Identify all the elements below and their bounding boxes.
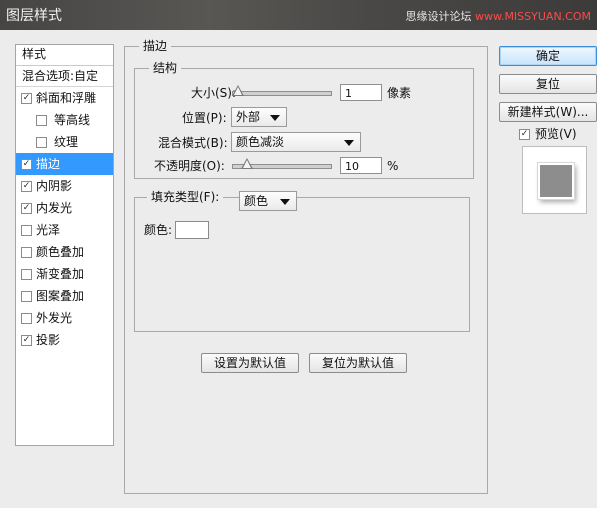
position-dropdown[interactable]: 外部 [231, 107, 287, 127]
style-item-label: 描边 [36, 157, 61, 171]
size-slider-track [232, 91, 332, 96]
blend-mode-label: 混合模式(B): [158, 136, 228, 150]
style-item-label: 内阴影 [36, 179, 73, 193]
reset-default-button[interactable]: 复位为默认值 [309, 353, 407, 373]
ok-button[interactable]: 确定 [499, 46, 597, 66]
style-item[interactable]: 等高线 [16, 109, 113, 131]
style-checkbox[interactable]: ✓ [21, 93, 32, 104]
watermark-prefix: 思缘设计论坛 [405, 10, 475, 23]
style-checkbox[interactable] [21, 291, 32, 302]
fill-type-label: 填充类型(F): [147, 190, 224, 204]
fill-type-value: 颜色 [244, 194, 269, 208]
style-checkbox[interactable] [36, 137, 47, 148]
style-checkbox[interactable]: ✓ [21, 159, 32, 170]
style-item-label: 斜面和浮雕 [36, 91, 97, 105]
size-label: 大小(S): [191, 86, 237, 100]
style-checkbox[interactable] [21, 269, 32, 280]
style-checkbox[interactable] [21, 247, 32, 258]
size-slider-thumb[interactable] [232, 85, 244, 96]
style-checkbox[interactable] [36, 115, 47, 126]
style-item[interactable]: 颜色叠加 [16, 241, 113, 263]
style-item[interactable]: ✓ 内阴影 [16, 175, 113, 197]
structure-group: 结构 大小(S): 1 像素 位置(P): 外部 混合模式(B): 颜色减淡 不… [134, 61, 474, 179]
style-item-label: 投影 [36, 333, 61, 347]
opacity-slider-thumb[interactable] [241, 158, 253, 169]
position-label: 位置(P): [182, 111, 227, 125]
opacity-unit: % [387, 159, 399, 173]
fill-type-group: 填充类型(F): 颜色 颜色: [134, 190, 470, 332]
size-slider[interactable] [232, 84, 332, 102]
stroke-panel: 描边 结构 大小(S): 1 像素 位置(P): 外部 混合模式(B): 颜色减… [124, 39, 488, 494]
style-checkbox[interactable]: ✓ [21, 335, 32, 346]
chevron-down-icon [344, 140, 354, 146]
size-input[interactable]: 1 [340, 84, 382, 101]
style-item-label: 光泽 [36, 223, 61, 237]
style-item[interactable]: 光泽 [16, 219, 113, 241]
style-item-label: 图案叠加 [36, 289, 85, 303]
style-preview [522, 146, 587, 214]
style-item[interactable]: 外发光 [16, 307, 113, 329]
color-label: 颜色: [144, 223, 173, 237]
watermark: 思缘设计论坛 www.MISSYUAN.COM [405, 8, 591, 24]
reset-button[interactable]: 复位 [499, 74, 597, 94]
style-item-label: 渐变叠加 [36, 267, 85, 281]
style-item[interactable]: 纹理 [16, 131, 113, 153]
style-item[interactable]: ✓ 斜面和浮雕 [16, 87, 113, 109]
stroke-panel-title: 描边 [139, 39, 172, 53]
watermark-host: www.MISSYUAN.COM [474, 10, 591, 23]
style-item[interactable]: ✓ 内发光 [16, 197, 113, 219]
opacity-slider[interactable] [232, 157, 332, 175]
new-style-button[interactable]: 新建样式(W)... [499, 102, 597, 122]
opacity-label: 不透明度(O): [154, 159, 225, 173]
opacity-input[interactable]: 10 [340, 157, 382, 174]
size-unit: 像素 [387, 86, 412, 100]
preview-label: 预览(V) [535, 127, 577, 141]
style-item-label: 颜色叠加 [36, 245, 85, 259]
chevron-down-icon [280, 199, 290, 205]
color-swatch[interactable] [175, 221, 209, 239]
blend-options-item[interactable]: 混合选项:自定 [16, 66, 113, 87]
style-item[interactable]: ✓ 投影 [16, 329, 113, 351]
style-item[interactable]: 图案叠加 [16, 285, 113, 307]
style-item-label: 等高线 [54, 113, 91, 127]
blend-mode-value: 颜色减淡 [236, 135, 285, 149]
style-checkbox[interactable]: ✓ [21, 181, 32, 192]
style-checkbox[interactable] [21, 313, 32, 324]
style-checkbox[interactable]: ✓ [21, 203, 32, 214]
window-title: 图层样式 [6, 8, 62, 24]
style-item-label: 外发光 [36, 311, 73, 325]
preview-checkbox[interactable]: ✓ [519, 129, 530, 140]
style-item[interactable]: ✓ 描边 [16, 153, 113, 175]
blend-mode-dropdown[interactable]: 颜色减淡 [231, 132, 361, 152]
style-item[interactable]: 渐变叠加 [16, 263, 113, 285]
fill-type-dropdown[interactable]: 颜色 [239, 191, 297, 211]
style-checkbox[interactable] [21, 225, 32, 236]
style-items: ✓ 斜面和浮雕等高线纹理 ✓ 描边 ✓ 内阴影 ✓ 内发光光泽颜色叠加渐变叠加图案叠加外发光 ✓… [16, 87, 113, 351]
title-bar[interactable]: 图层样式 思缘设计论坛 www.MISSYUAN.COM [0, 0, 597, 30]
style-list: 样式 混合选项:自定 ✓ 斜面和浮雕等高线纹理 ✓ 描边 ✓ 内阴影 ✓ 内发光光泽颜色叠加渐… [15, 44, 114, 446]
chevron-down-icon [270, 115, 280, 121]
set-default-button[interactable]: 设置为默认值 [201, 353, 299, 373]
structure-group-title: 结构 [149, 61, 182, 75]
position-value: 外部 [236, 110, 261, 124]
style-item-label: 内发光 [36, 201, 73, 215]
preview-thumbnail [538, 163, 574, 199]
dialog-body: 样式 混合选项:自定 ✓ 斜面和浮雕等高线纹理 ✓ 描边 ✓ 内阴影 ✓ 内发光光泽颜色叠加渐… [6, 30, 597, 508]
style-list-header[interactable]: 样式 [16, 45, 113, 66]
style-item-label: 纹理 [54, 135, 79, 149]
